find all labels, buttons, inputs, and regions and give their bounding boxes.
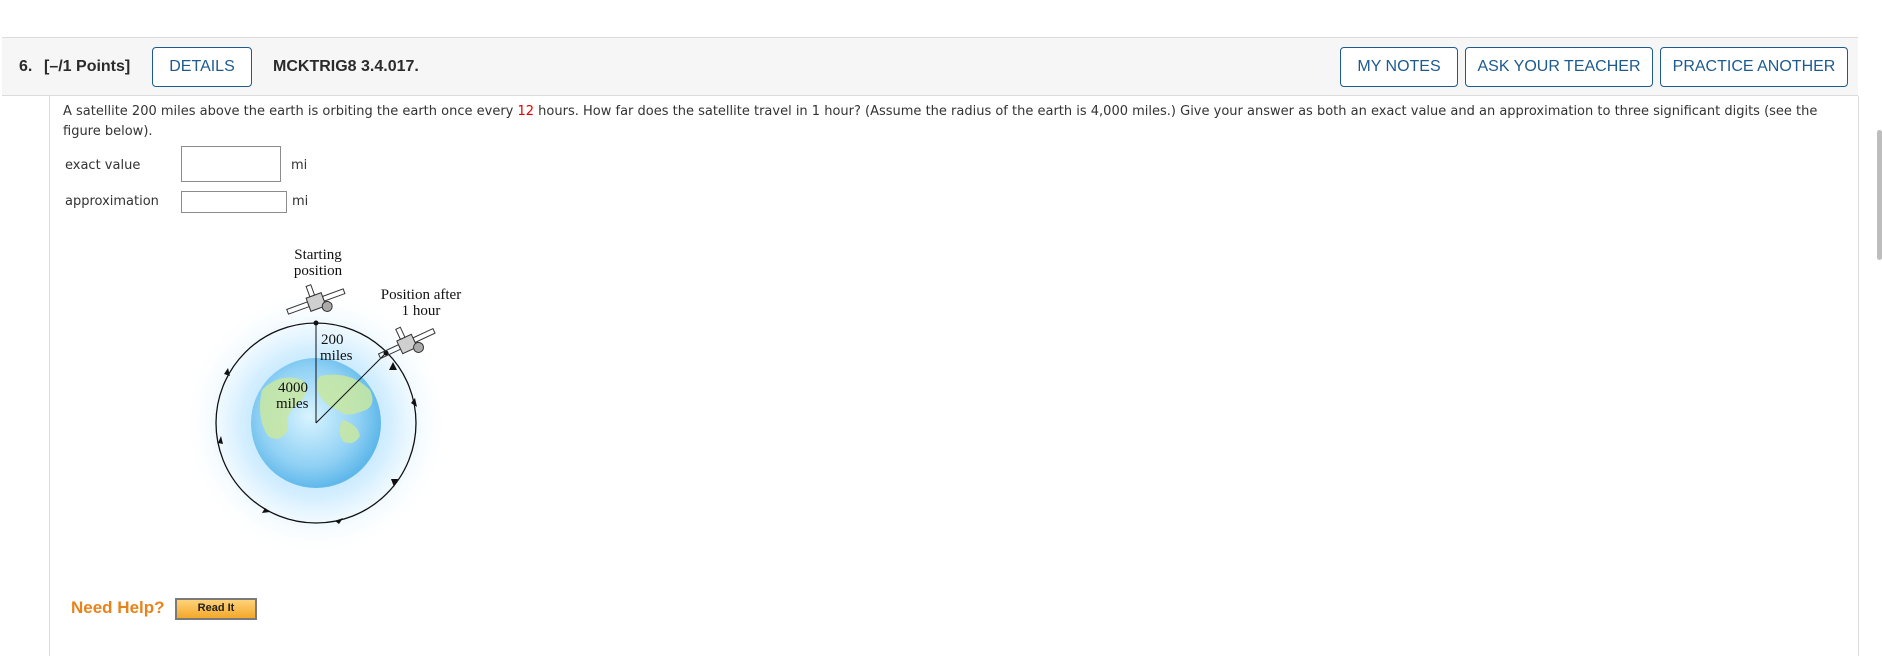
my-notes-button[interactable]: MY NOTES [1340,47,1458,87]
satellite-orbit-figure: Starting position Position after 1 hour … [181,247,461,558]
altitude-label-1: 200 [321,332,344,348]
altitude-label-2: miles [320,348,353,364]
radius-label-2: miles [276,396,309,412]
radius-label-1: 4000 [278,380,308,396]
starting-position-label-1: Starting [294,247,342,263]
read-it-button[interactable]: Read It [175,598,257,620]
points-label: [–/1 Points] [44,58,131,75]
starting-position-label-2: position [294,263,343,279]
question-text: A satellite 200 miles above the earth is… [63,102,1843,142]
details-button[interactable]: DETAILS [152,47,252,87]
approximation-unit: mi [292,194,309,209]
scrollbar-track[interactable] [1874,0,1882,642]
exact-value-input[interactable] [181,146,281,182]
practice-another-button[interactable]: PRACTICE ANOTHER [1660,47,1848,87]
question-code: MCKTRIG8 3.4.017. [273,58,419,75]
practice-another-button-label: PRACTICE ANOTHER [1672,58,1836,75]
ask-your-teacher-button[interactable]: ASK YOUR TEACHER [1465,47,1653,87]
ask-your-teacher-button-label: ASK YOUR TEACHER [1477,58,1641,75]
exact-value-label: exact value [65,158,141,173]
start-position-dot [313,320,319,326]
question-number: 6. [19,58,33,75]
approximation-input[interactable] [181,191,287,213]
scrollbar-thumb[interactable] [1877,130,1882,260]
question-header: 6. [–/1 Points] DETAILS MCKTRIG8 3.4.017… [2,37,1858,96]
question-text-part-1: A satellite 200 miles above the earth is… [63,104,518,119]
position-after-label-1: Position after [381,287,461,303]
approximation-label: approximation [65,194,159,209]
my-notes-button-label: MY NOTES [1357,58,1441,75]
question-highlight: 12 [517,104,535,119]
details-button-label: DETAILS [169,58,235,75]
need-help-label: Need Help? [71,598,165,617]
position-after-label-2: 1 hour [402,303,441,319]
exact-value-unit: mi [291,158,308,173]
